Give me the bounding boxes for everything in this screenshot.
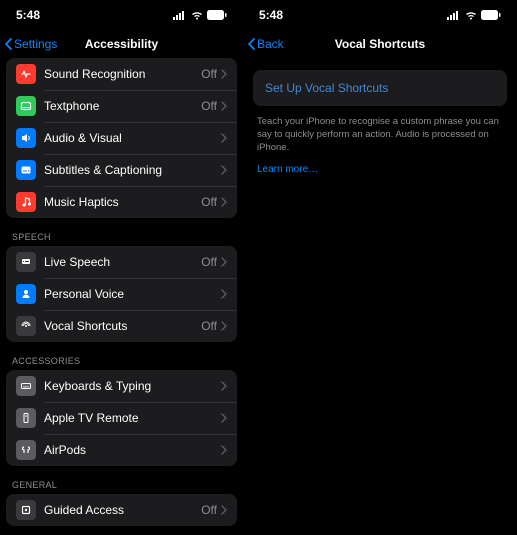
- wifi-icon: [465, 11, 477, 20]
- row-value: Off: [201, 319, 217, 333]
- personal-voice-icon: [16, 284, 36, 304]
- nav-bar-right: Back Vocal Shortcuts: [243, 30, 517, 58]
- section-header: GENERAL: [0, 466, 243, 494]
- learn-more-link[interactable]: Learn more…: [243, 154, 332, 185]
- back-button[interactable]: Back: [247, 37, 284, 51]
- row-label: Apple TV Remote: [44, 411, 221, 425]
- row-audio-visual[interactable]: Audio & Visual: [6, 122, 237, 154]
- setup-group: Set Up Vocal Shortcuts: [253, 70, 507, 106]
- chevron-left-icon: [247, 38, 255, 50]
- chevron-right-icon: [221, 321, 227, 331]
- row-live-speech[interactable]: Live SpeechOff: [6, 246, 237, 278]
- back-button[interactable]: Settings: [4, 37, 57, 51]
- status-bar-right: 5:48: [243, 6, 517, 24]
- page-title: Accessibility: [85, 37, 158, 51]
- row-music-haptics[interactable]: Music HapticsOff: [6, 186, 237, 218]
- signal-icon: [173, 11, 187, 20]
- battery-icon: [481, 10, 501, 20]
- row-vocal-shortcuts[interactable]: Vocal ShortcutsOff: [6, 310, 237, 342]
- row-label: Audio & Visual: [44, 131, 221, 145]
- row-airpods[interactable]: AirPods: [6, 434, 237, 466]
- subtitles-icon: [16, 160, 36, 180]
- airpods-icon: [16, 440, 36, 460]
- row-value: Off: [201, 503, 217, 517]
- settings-group: Keyboards & Typing Apple TV Remote AirPods: [6, 370, 237, 466]
- row-apple-tv-remote[interactable]: Apple TV Remote: [6, 402, 237, 434]
- accessibility-screen: 5:48 Settings Accessibility Sound Recogn…: [0, 0, 243, 535]
- row-label: Personal Voice: [44, 287, 221, 301]
- textphone-icon: [16, 96, 36, 116]
- chevron-right-icon: [221, 289, 227, 299]
- live-speech-icon: [16, 252, 36, 272]
- helper-text: Teach your iPhone to recognise a custom …: [243, 112, 517, 154]
- vocal-shortcuts-screen: 5:48 Back Vocal Shortcuts Set Up Vocal S…: [243, 0, 517, 535]
- row-label: Textphone: [44, 99, 201, 113]
- setup-label: Set Up Vocal Shortcuts: [265, 81, 388, 95]
- row-value: Off: [201, 255, 217, 269]
- chevron-right-icon: [221, 133, 227, 143]
- left-scroll[interactable]: Sound RecognitionOffTextphoneOffAudio & …: [0, 58, 243, 535]
- page-title: Vocal Shortcuts: [335, 37, 425, 51]
- status-icons: [447, 10, 501, 20]
- chevron-right-icon: [221, 381, 227, 391]
- sound-recognition-icon: [16, 64, 36, 84]
- guided-access-icon: [16, 500, 36, 520]
- settings-group: Live SpeechOffPersonal VoiceVocal Shortc…: [6, 246, 237, 342]
- row-subtitles[interactable]: Subtitles & Captioning: [6, 154, 237, 186]
- audio-visual-icon: [16, 128, 36, 148]
- row-personal-voice[interactable]: Personal Voice: [6, 278, 237, 310]
- chevron-right-icon: [221, 101, 227, 111]
- back-label: Settings: [14, 37, 57, 51]
- vocal-shortcuts-icon: [16, 316, 36, 336]
- setup-vocal-shortcuts-button[interactable]: Set Up Vocal Shortcuts: [253, 70, 507, 106]
- row-value: Off: [201, 195, 217, 209]
- chevron-left-icon: [4, 38, 12, 50]
- section-header: ACCESSORIES: [0, 342, 243, 370]
- row-sound-recognition[interactable]: Sound RecognitionOff: [6, 58, 237, 90]
- chevron-right-icon: [221, 257, 227, 267]
- row-label: Guided Access: [44, 503, 201, 517]
- row-label: Subtitles & Captioning: [44, 163, 221, 177]
- chevron-right-icon: [221, 197, 227, 207]
- chevron-right-icon: [221, 413, 227, 423]
- row-keyboards-typing[interactable]: Keyboards & Typing: [6, 370, 237, 402]
- row-textphone[interactable]: TextphoneOff: [6, 90, 237, 122]
- keyboard-icon: [16, 376, 36, 396]
- chevron-right-icon: [221, 69, 227, 79]
- row-label: AirPods: [44, 443, 221, 457]
- row-value: Off: [201, 67, 217, 81]
- signal-icon: [447, 11, 461, 20]
- row-label: Live Speech: [44, 255, 201, 269]
- settings-group: Guided AccessOff: [6, 494, 237, 526]
- settings-group: Sound RecognitionOffTextphoneOffAudio & …: [6, 58, 237, 218]
- row-guided-access[interactable]: Guided AccessOff: [6, 494, 237, 526]
- status-bar-left: 5:48: [0, 6, 243, 24]
- music-haptics-icon: [16, 192, 36, 212]
- row-label: Keyboards & Typing: [44, 379, 221, 393]
- row-value: Off: [201, 99, 217, 113]
- chevron-right-icon: [221, 165, 227, 175]
- row-label: Sound Recognition: [44, 67, 201, 81]
- back-label: Back: [257, 37, 284, 51]
- chevron-right-icon: [221, 505, 227, 515]
- tv-remote-icon: [16, 408, 36, 428]
- status-time: 5:48: [259, 8, 283, 22]
- wifi-icon: [191, 11, 203, 20]
- battery-icon: [207, 10, 227, 20]
- row-label: Vocal Shortcuts: [44, 319, 201, 333]
- section-header: SPEECH: [0, 218, 243, 246]
- chevron-right-icon: [221, 445, 227, 455]
- status-time: 5:48: [16, 8, 40, 22]
- nav-bar-left: Settings Accessibility: [0, 30, 243, 58]
- row-label: Music Haptics: [44, 195, 201, 209]
- status-icons: [173, 10, 227, 20]
